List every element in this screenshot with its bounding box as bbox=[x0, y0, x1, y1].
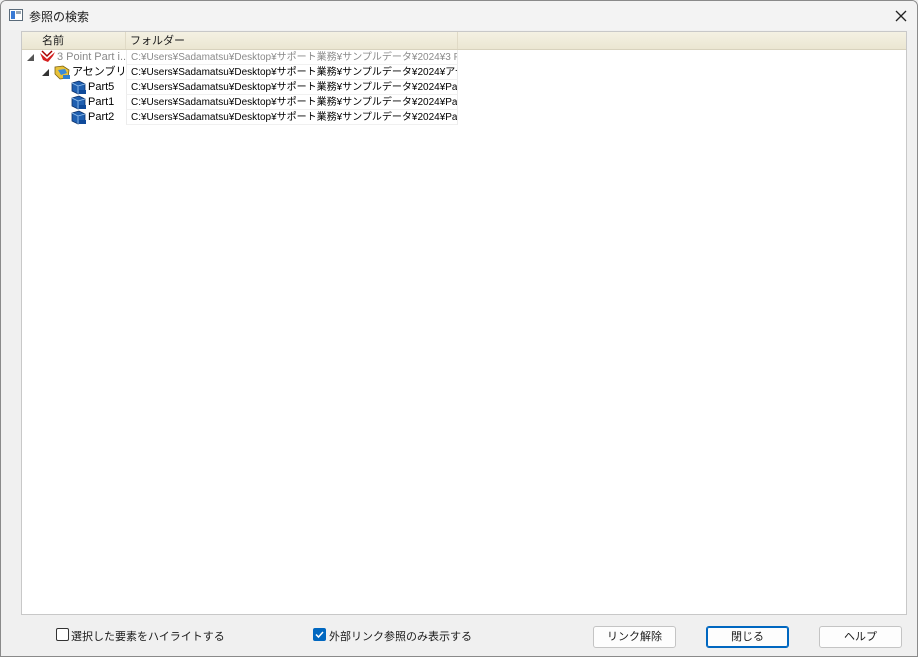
checkmark-icon bbox=[315, 631, 324, 639]
assembly-icon bbox=[54, 65, 70, 80]
column-header-name[interactable]: 名前 bbox=[22, 32, 126, 49]
highlight-checkbox[interactable] bbox=[56, 628, 69, 641]
close-icon bbox=[895, 10, 907, 21]
help-button[interactable]: ヘルプ bbox=[819, 626, 902, 648]
row-name: アセンブリ21 bbox=[72, 66, 126, 78]
part-icon bbox=[71, 95, 86, 110]
highlight-checkbox-label[interactable]: 選択した要素をハイライトする bbox=[71, 628, 225, 644]
tree-row[interactable]: Part2 C:¥Users¥Sadamatsu¥Desktop¥サポート業務¥… bbox=[22, 110, 458, 125]
row-path: C:¥Users¥Sadamatsu¥Desktop¥サポート業務¥サンプルデー… bbox=[126, 50, 458, 65]
column-header-folder[interactable]: フォルダー bbox=[126, 32, 458, 49]
row-name: 3 Point Part i... bbox=[57, 51, 126, 63]
close-window-button[interactable] bbox=[885, 1, 917, 30]
row-name: Part2 bbox=[88, 111, 115, 123]
external-only-checkbox[interactable] bbox=[313, 628, 326, 641]
tree-row[interactable]: Part5 C:¥Users¥Sadamatsu¥Desktop¥サポート業務¥… bbox=[22, 80, 458, 95]
external-only-checkbox-label[interactable]: 外部リンク参照のみ表示する bbox=[329, 628, 472, 644]
row-path: C:¥Users¥Sadamatsu¥Desktop¥サポート業務¥サンプルデー… bbox=[126, 95, 458, 110]
title-bar: 参照の検索 bbox=[1, 1, 917, 30]
reference-list[interactable]: 名前 フォルダー 3 Point Part i... C:¥Users¥Sada… bbox=[21, 31, 907, 615]
row-name: Part5 bbox=[88, 81, 115, 93]
row-path: C:¥Users¥Sadamatsu¥Desktop¥サポート業務¥サンプルデー… bbox=[126, 65, 458, 80]
window-title: 参照の検索 bbox=[29, 10, 90, 24]
tree-row[interactable]: 3 Point Part i... C:¥Users¥Sadamatsu¥Des… bbox=[22, 50, 458, 65]
part-icon bbox=[71, 110, 86, 125]
reference-search-dialog: 参照の検索 名前 フォルダー 3 Point Part i... C:¥User… bbox=[0, 0, 918, 657]
row-name: Part1 bbox=[88, 96, 115, 108]
collapse-arrow-icon[interactable] bbox=[42, 69, 49, 76]
close-button[interactable]: 閉じる bbox=[706, 626, 789, 648]
unlink-button[interactable]: リンク解除 bbox=[593, 626, 676, 648]
row-path: C:¥Users¥Sadamatsu¥Desktop¥サポート業務¥サンプルデー… bbox=[126, 80, 458, 95]
tree-row[interactable]: Part1 C:¥Users¥Sadamatsu¥Desktop¥サポート業務¥… bbox=[22, 95, 458, 110]
collapse-arrow-icon[interactable] bbox=[27, 54, 34, 61]
row-path: C:¥Users¥Sadamatsu¥Desktop¥サポート業務¥サンプルデー… bbox=[126, 110, 458, 125]
part-red-icon bbox=[40, 50, 55, 62]
part-icon bbox=[71, 80, 86, 95]
window-icon bbox=[9, 9, 23, 21]
list-header: 名前 フォルダー bbox=[22, 32, 906, 50]
tree-row[interactable]: アセンブリ21 C:¥Users¥Sadamatsu¥Desktop¥サポート業… bbox=[22, 65, 458, 80]
